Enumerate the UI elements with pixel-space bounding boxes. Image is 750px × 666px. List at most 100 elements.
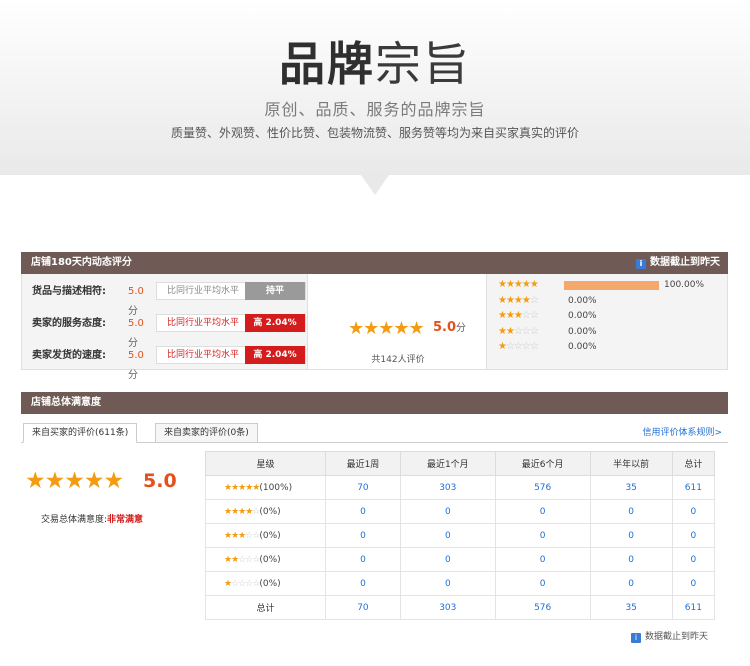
star-empty-icon: ☆☆☆: [513, 325, 539, 337]
tab-buyer-reviews[interactable]: 来自买家的评价(611条): [23, 423, 138, 443]
dsr-asof: i 数据截止到昨天: [636, 252, 720, 274]
count-cell[interactable]: 0: [494, 547, 591, 572]
banner-pointer: [361, 175, 389, 195]
count-cell[interactable]: 576: [494, 475, 591, 500]
total-cell[interactable]: 35: [589, 595, 673, 620]
compare-tag: 高 2.04%: [245, 314, 305, 332]
tab-seller-reviews[interactable]: 来自卖家的评价(0条): [155, 423, 258, 443]
score-value: 5.0: [128, 318, 144, 329]
distribution-percent: 0.00%: [568, 311, 597, 321]
col-header: 总计: [671, 451, 716, 476]
count-cell[interactable]: 0: [399, 523, 496, 548]
hero-title-bold: 品牌: [279, 37, 375, 91]
count-cell[interactable]: 0: [589, 499, 673, 524]
count-cell[interactable]: 35: [589, 475, 673, 500]
count-cell[interactable]: 0: [325, 523, 401, 548]
row-percent: (0%): [259, 506, 281, 517]
footnote-text: 数据截止到昨天: [644, 632, 708, 642]
count-cell[interactable]: 611: [671, 475, 716, 500]
review-tabs: 来自买家的评价(611条) 来自卖家的评价(0条) 信用评价体系规则>: [21, 421, 728, 443]
count-cell[interactable]: 0: [589, 523, 673, 548]
star-empty-icon: ☆☆: [521, 310, 539, 321]
total-row: 总计 70 303 576 35 611: [205, 595, 716, 620]
row-percent: (0%): [259, 554, 281, 565]
distribution-percent: 100.00%: [664, 280, 705, 290]
distribution-row: ★★☆☆☆ 0.00%: [498, 325, 718, 339]
score-unit: 分: [456, 323, 467, 334]
score-value: 5.0: [128, 286, 144, 297]
total-label: 总计: [205, 595, 326, 620]
count-cell[interactable]: 0: [399, 571, 496, 596]
dsr-row-label: 货品与描述相符:: [32, 286, 106, 297]
count-cell[interactable]: 0: [671, 571, 716, 596]
count-cell[interactable]: 0: [671, 523, 716, 548]
dsr-body: 货品与描述相符: 5.0分 比同行业平均水平 持平 卖家的服务态度: 5.0分 …: [21, 274, 728, 381]
total-cell[interactable]: 70: [325, 595, 401, 620]
distribution-row: ★★★☆☆ 0.00%: [498, 309, 718, 323]
star-empty-icon: ☆: [529, 294, 539, 306]
satisfaction-title: 店铺总体满意度: [31, 397, 101, 408]
count-cell[interactable]: 0: [325, 547, 401, 572]
compare-text: 比同行业平均水平: [167, 350, 240, 360]
review-count: 共142人评价: [371, 355, 425, 365]
table-row: ★★★☆☆(0%) 0 0 0 0 0: [205, 523, 716, 548]
star-empty-icon: ☆☆: [245, 530, 260, 541]
dsr-row-label: 卖家发货的速度:: [32, 350, 106, 361]
dsr-overall: ★★★★★ 5.0分 共142人评价: [307, 274, 487, 369]
total-cell[interactable]: 576: [494, 595, 591, 620]
col-header: 最近6个月: [494, 451, 591, 476]
count-cell[interactable]: 0: [589, 547, 673, 572]
row-percent: (0%): [259, 578, 281, 589]
overall-score: 5.0分: [433, 319, 466, 335]
star-icon: ★★★: [224, 530, 246, 541]
distribution-percent: 0.00%: [568, 342, 597, 352]
row-percent: (0%): [259, 530, 281, 541]
count-cell[interactable]: 0: [325, 571, 401, 596]
distribution-bar: [564, 281, 659, 290]
dsr-compare: 比同行业平均水平 高 2.04%: [156, 314, 306, 332]
count-cell[interactable]: 0: [494, 523, 591, 548]
count-cell[interactable]: 0: [399, 547, 496, 572]
rules-link[interactable]: 信用评价体系规则>: [642, 425, 722, 438]
score-unit: 分: [128, 370, 138, 381]
distribution-row: ★★★★☆ 0.00%: [498, 294, 718, 308]
count-cell[interactable]: 0: [494, 499, 591, 524]
star-empty-icon: ☆☆☆☆: [505, 341, 539, 352]
dsr-panel: 店铺180天内动态评分 i 数据截止到昨天 货品与描述相符: 5.0分 比同行业平…: [21, 252, 728, 381]
hero-title: 品牌宗旨: [0, 28, 750, 94]
total-cell[interactable]: 611: [671, 595, 716, 620]
count-cell[interactable]: 0: [671, 547, 716, 572]
col-header: 半年以前: [589, 451, 673, 476]
summary-score: 5.0: [143, 470, 177, 492]
star-icon: ★★: [498, 325, 515, 337]
count-cell[interactable]: 303: [399, 475, 496, 500]
star-cell: ★★★☆☆(0%): [205, 523, 326, 548]
table-row: ★★★★★(100%) 70 303 576 35 611: [205, 475, 716, 500]
col-header: 星级: [205, 451, 326, 476]
satisfaction-line: 交易总体满意度:非常满意: [41, 512, 143, 525]
star-icon: ★★★★★: [498, 279, 539, 290]
rating-table: 星级 最近1周 最近1个月 最近6个月 半年以前 总计 ★★★★★(100%) 7…: [205, 451, 716, 620]
distribution-percent: 0.00%: [568, 326, 597, 337]
col-header: 最近1周: [325, 451, 401, 476]
count-cell[interactable]: 0: [399, 499, 496, 524]
count-cell[interactable]: 0: [494, 571, 591, 596]
count-cell[interactable]: 0: [589, 571, 673, 596]
hero-banner: 品牌宗旨 原创、品质、服务的品牌宗旨 质量赞、外观赞、性价比赞、包装物流赞、服务…: [0, 0, 750, 175]
star-rating: ★☆☆☆☆: [498, 340, 558, 354]
star-rating: ★★☆☆☆: [498, 325, 558, 339]
compare-text: 比同行业平均水平: [167, 286, 240, 296]
dsr-row-label: 卖家的服务态度:: [32, 318, 106, 329]
total-cell[interactable]: 303: [399, 595, 496, 620]
hero-title-light: 宗旨: [375, 37, 471, 91]
dsr-title: 店铺180天内动态评分: [31, 257, 132, 268]
score-value: 5.0: [433, 320, 457, 335]
count-cell[interactable]: 0: [325, 499, 401, 524]
star-rating: ★★★★★: [348, 318, 425, 339]
compare-text: 比同行业平均水平: [167, 318, 240, 328]
count-cell[interactable]: 0: [671, 499, 716, 524]
dsr-compare: 比同行业平均水平 高 2.04%: [156, 346, 306, 364]
star-icon: ★★★: [498, 310, 523, 321]
star-empty-icon: ☆☆☆: [238, 554, 260, 565]
count-cell[interactable]: 70: [325, 475, 401, 500]
